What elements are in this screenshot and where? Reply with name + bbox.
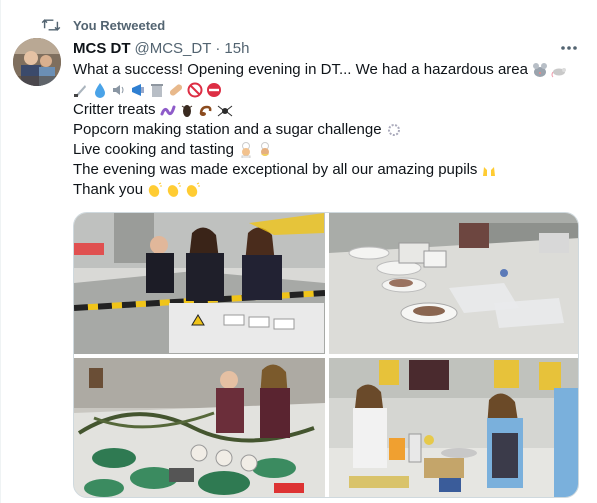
- more-options-button[interactable]: [557, 38, 581, 58]
- clapping-icon: [148, 182, 163, 197]
- knife-icon: [74, 85, 86, 97]
- rat-icon: [551, 68, 566, 78]
- more-options-icon: [561, 46, 577, 50]
- no-entry-icon: [207, 83, 221, 97]
- tweet-text: What a success! Opening evening in DT...…: [73, 60, 583, 200]
- tweet-line-text: Live cooking and tasting: [73, 141, 234, 158]
- retweet-context: You Retweeted: [41, 16, 165, 34]
- photo-sugar-challenge[interactable]: [329, 213, 578, 354]
- author-name[interactable]: MCS DT: [73, 40, 131, 57]
- tweet-line-3: Critter treats: [73, 100, 583, 120]
- prohibited-icon: [187, 82, 203, 98]
- tweet-line-4: Popcorn making station and a sugar chall…: [73, 120, 583, 140]
- tweet-media-grid: [73, 212, 579, 498]
- tweet-line-5: Live cooking and tasting: [73, 140, 583, 160]
- bandage-icon: [169, 84, 183, 96]
- avatar[interactable]: [13, 38, 61, 86]
- megaphone-icon: [132, 84, 144, 96]
- tweet-line-text: Popcorn making station and a sugar chall…: [73, 121, 382, 138]
- tweet-line-1: What a success! Opening evening in DT...…: [73, 60, 583, 80]
- sparkle-icon: [387, 124, 400, 136]
- droplet-icon: [95, 83, 105, 98]
- chef-icon: [260, 142, 269, 156]
- photo-live-cooking[interactable]: [329, 358, 578, 497]
- clapping-icon: [167, 182, 182, 197]
- tweet-line-text: What a success! Opening evening in DT...…: [73, 61, 528, 78]
- tweet-line-text: The evening was made exceptional by all …: [73, 161, 478, 178]
- raised-hands-icon: [483, 167, 496, 176]
- tweet-line-text: Thank you: [73, 181, 144, 198]
- tweet-line-7: Thank you: [73, 180, 583, 200]
- worm-icon: [160, 105, 176, 116]
- tweet-card[interactable]: You Retweeted MCS DT @MCS_DT · 15h What …: [0, 0, 597, 503]
- retweet-icon: [41, 19, 61, 31]
- scorpion-icon: [199, 105, 211, 116]
- tweet-line-text: Critter treats: [73, 101, 156, 118]
- retweet-label[interactable]: You Retweeted: [73, 18, 165, 33]
- tweet-header: MCS DT @MCS_DT · 15h: [73, 38, 249, 58]
- tweet-timestamp[interactable]: 15h: [224, 40, 249, 57]
- mouse-icon: [532, 63, 547, 77]
- author-handle[interactable]: @MCS_DT: [135, 40, 212, 57]
- avatar-image: [13, 38, 61, 86]
- tweet-line-6: The evening was made exceptional by all …: [73, 160, 583, 180]
- tweet-line-2: [73, 80, 583, 100]
- photo-critter-table[interactable]: [74, 358, 325, 497]
- chef-icon: [241, 142, 251, 158]
- spider-icon: [217, 105, 232, 117]
- separator-dot: ·: [215, 39, 221, 57]
- photo-hazard-area[interactable]: [74, 213, 325, 354]
- cockroach-icon: [181, 105, 192, 117]
- trash-bin-icon: [151, 84, 163, 97]
- speaker-icon: [113, 85, 124, 95]
- clapping-icon: [186, 182, 201, 197]
